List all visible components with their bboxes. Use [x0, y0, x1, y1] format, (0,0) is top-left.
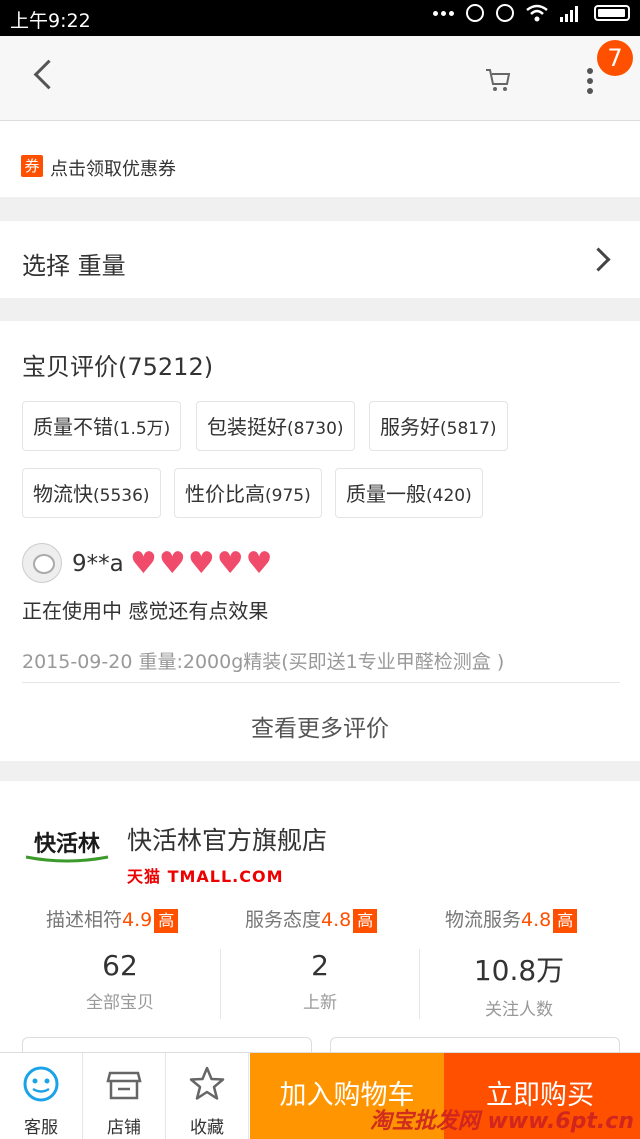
- bottom-label: 收藏: [190, 1118, 224, 1138]
- rating-description: 描述相符4.9 高: [46, 905, 179, 933]
- chat-bot-icon: [23, 1066, 59, 1102]
- review-tag-count: (975): [265, 486, 311, 506]
- watermark: 淘宝批发网 www.6pt.cn: [369, 1109, 634, 1134]
- star-icon: [189, 1066, 225, 1100]
- shop-section: 快活林 快活林官方旗舰店 天猫 TMALL.COM 描述相符4.9 高 服务态度4…: [0, 781, 640, 1078]
- review-tag-count: (5536): [93, 486, 150, 506]
- reviews-section: 宝贝评价(75212) 质量不错(1.5万) 包装挺好(8730) 服务好(58…: [0, 321, 640, 761]
- coupon-row[interactable]: 券 点击领取优惠券: [0, 121, 640, 197]
- back-icon[interactable]: [33, 59, 64, 90]
- review-tag[interactable]: 服务好(5817): [369, 401, 508, 451]
- alarm-icon: [496, 4, 514, 22]
- more-reviews-button[interactable]: 查看更多评价: [0, 709, 640, 743]
- stat-number: 2: [311, 949, 329, 982]
- review-tag-count: (1.5万): [113, 419, 171, 439]
- status-bar: 上午9:22: [0, 0, 640, 36]
- status-time: 上午9:22: [10, 10, 91, 32]
- coupon-label: 点击领取优惠券: [50, 159, 176, 180]
- review-tag-count: (8730): [287, 419, 344, 439]
- rating-logistics: 物流服务4.8 高: [445, 905, 578, 933]
- review-tag[interactable]: 质量一般(420): [335, 468, 483, 518]
- stat-label: 全部宝贝: [86, 993, 154, 1013]
- review-tag[interactable]: 包装挺好(8730): [196, 401, 355, 451]
- select-weight-row[interactable]: 选择 重量: [0, 221, 640, 298]
- stat-label: 上新: [303, 993, 337, 1013]
- top-nav-bar: [0, 36, 640, 121]
- review-body: 正在使用中 感觉还有点效果: [22, 599, 269, 623]
- review-tag-name: 性价比高: [185, 482, 265, 506]
- review-tag-name: 物流快: [33, 482, 93, 506]
- tmall-badge: 天猫 TMALL.COM: [127, 867, 284, 886]
- stat-all-items[interactable]: 62 全部宝贝: [20, 949, 220, 1013]
- more-notifications-icon: [433, 10, 454, 16]
- reviews-title: 宝贝评价(75212): [22, 353, 214, 381]
- shop-logo[interactable]: 快活林: [22, 821, 112, 863]
- stat-label: 关注人数: [485, 1000, 553, 1020]
- bottom-label: 客服: [24, 1118, 58, 1138]
- store-icon: [106, 1071, 142, 1100]
- divider: [22, 682, 620, 683]
- rating-service: 服务态度4.8 高: [245, 905, 378, 933]
- review-tag[interactable]: 性价比高(975): [174, 468, 322, 518]
- cart-icon[interactable]: [484, 66, 512, 94]
- review-tag-name: 质量一般: [346, 482, 426, 506]
- shop-name[interactable]: 快活林官方旗舰店: [127, 821, 327, 857]
- svg-text:快活林: 快活林: [34, 832, 100, 857]
- signal-icon: [560, 6, 578, 22]
- review-tag-name: 服务好: [380, 415, 440, 439]
- review-tag-count: (5817): [440, 419, 497, 439]
- notification-badge: 7: [597, 40, 633, 76]
- avatar: [22, 543, 62, 583]
- stat-new-items[interactable]: 2 上新: [220, 949, 420, 1013]
- more-menu-icon[interactable]: [587, 68, 593, 98]
- bottom-label: 店铺: [107, 1118, 141, 1138]
- review-tag[interactable]: 物流快(5536): [22, 468, 161, 518]
- stat-number: 10.8万: [473, 954, 565, 987]
- review-username: 9**a: [72, 551, 124, 577]
- sync-icon: [466, 4, 484, 22]
- review-meta: 2015-09-20 重量:2000g精装(买即送1专业甲醛检测盒 ): [22, 651, 505, 673]
- store-button[interactable]: 店铺: [83, 1053, 166, 1139]
- bottom-action-bar: 客服 店铺 收藏 加入购物车 立即购买 淘宝批发网 www.6pt.cn: [0, 1052, 640, 1139]
- battery-icon: [594, 5, 630, 21]
- wifi-icon: [526, 4, 548, 22]
- review-tag-name: 包装挺好: [207, 415, 287, 439]
- select-weight-label: 选择 重量: [22, 252, 126, 280]
- coupon-icon: 券: [21, 155, 43, 177]
- review-tag-count: (420): [426, 486, 472, 506]
- reviewer-level-hearts-icon: ♥ ♥ ♥ ♥ ♥: [130, 546, 273, 581]
- stat-followers[interactable]: 10.8万 关注人数: [419, 949, 619, 1020]
- customer-service-button[interactable]: 客服: [0, 1053, 83, 1139]
- chevron-right-icon: [586, 247, 611, 272]
- favorite-button[interactable]: 收藏: [166, 1053, 249, 1139]
- review-tag[interactable]: 质量不错(1.5万): [22, 401, 182, 451]
- review-tag-name: 质量不错: [33, 415, 113, 439]
- stat-number: 62: [102, 949, 138, 982]
